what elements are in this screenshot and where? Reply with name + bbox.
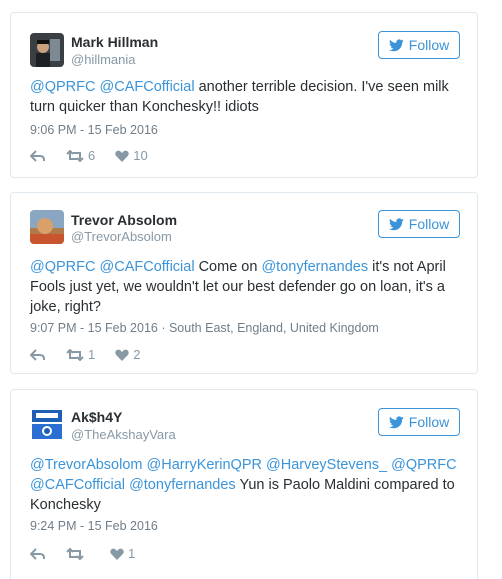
mention-link[interactable]: @tonyfernandes	[261, 259, 368, 275]
mention-link[interactable]: @QPRFC	[391, 457, 456, 473]
tweet-location[interactable]: · South East, England, United Kingdom	[158, 321, 379, 335]
tweet-text-segment: Yun is Paolo Maldini compared to	[235, 477, 455, 493]
reply-icon	[30, 547, 45, 560]
tweet-text: @TrevorAbsolom @HarryKerinQPR @HarveySte…	[30, 455, 461, 515]
tweet-text-segment: Come on	[194, 259, 262, 275]
tweet-card: Ak$h4Y @TheAkshayVara Follow @TrevorAbso…	[10, 389, 478, 579]
like-button[interactable]: 10	[115, 148, 148, 163]
like-count: 10	[133, 148, 148, 163]
tweet-timestamp[interactable]: 9:07 PM - 15 Feb 2016 · South East, Engl…	[30, 321, 379, 335]
tweet-actions: 6 10	[30, 148, 162, 163]
twitter-bird-icon	[388, 415, 404, 428]
avatar[interactable]	[30, 210, 64, 244]
twitter-bird-icon	[388, 38, 404, 51]
mention-link[interactable]: @HarryKerinQPR	[147, 457, 262, 473]
heart-icon	[115, 150, 129, 162]
mention-link[interactable]: @QPRFC	[30, 259, 95, 275]
reply-button[interactable]	[30, 348, 46, 361]
heart-icon	[115, 349, 129, 361]
tweet-timestamp[interactable]: 9:24 PM - 15 Feb 2016	[30, 519, 158, 533]
user-name[interactable]: Trevor Absolom	[71, 212, 177, 228]
retweet-button[interactable]	[66, 547, 88, 560]
mention-link[interactable]: @tonyfernandes	[129, 477, 236, 493]
follow-button[interactable]: Follow	[378, 408, 460, 436]
reply-icon	[30, 149, 45, 162]
mention-link[interactable]: @CAFCofficial	[30, 477, 125, 493]
user-handle[interactable]: @hillmania	[71, 52, 136, 67]
follow-label: Follow	[408, 216, 450, 232]
tweet-text-segment: it's not April	[368, 259, 446, 275]
follow-button[interactable]: Follow	[378, 31, 460, 59]
tweet-text: @QPRFC @CAFCofficial Come on @tonyfernan…	[30, 257, 461, 317]
tweet-text-segment: Konchesky	[30, 497, 101, 513]
user-handle[interactable]: @TrevorAbsolom	[71, 229, 172, 244]
avatar[interactable]	[30, 33, 64, 67]
tweet-card: Mark Hillman @hillmania Follow @QPRFC @C…	[10, 12, 478, 178]
timestamp-text[interactable]: 9:07 PM - 15 Feb 2016	[30, 321, 158, 335]
tweet-timestamp[interactable]: 9:06 PM - 15 Feb 2016	[30, 123, 158, 137]
mention-link[interactable]: @CAFCofficial	[100, 79, 195, 95]
retweet-button[interactable]: 6	[66, 148, 95, 163]
like-count: 1	[128, 546, 136, 561]
tweet-text: @QPRFC @CAFCofficial another terrible de…	[30, 77, 461, 117]
mention-link[interactable]: @QPRFC	[30, 79, 95, 95]
user-name[interactable]: Mark Hillman	[71, 34, 158, 50]
follow-button[interactable]: Follow	[378, 210, 460, 238]
timestamp-text[interactable]: 9:24 PM - 15 Feb 2016	[30, 519, 158, 533]
tweet-text-segment: turn quicker than Konchesky!! idiots	[30, 99, 259, 115]
mention-link[interactable]: @TrevorAbsolom	[30, 457, 143, 473]
tweet-text-segment: another terrible decision. I've seen mil…	[194, 79, 449, 95]
tweet-actions: 1	[30, 546, 149, 561]
user-handle[interactable]: @TheAkshayVara	[71, 427, 176, 442]
reply-button[interactable]	[30, 149, 46, 162]
retweet-count: 6	[88, 148, 96, 163]
timestamp-text[interactable]: 9:06 PM - 15 Feb 2016	[30, 123, 158, 137]
heart-icon	[110, 548, 124, 560]
tweet-text-segment: joke, right?	[30, 299, 101, 315]
retweet-icon	[66, 348, 84, 361]
mention-link[interactable]: @CAFCofficial	[100, 259, 195, 275]
like-button[interactable]: 2	[115, 347, 140, 362]
retweet-icon	[66, 149, 84, 162]
user-name[interactable]: Ak$h4Y	[71, 409, 122, 425]
mention-link[interactable]: @HarveyStevens_	[266, 457, 387, 473]
tweet-text-segment: Fools just yet, we wouldn't let our best…	[30, 279, 445, 295]
reply-button[interactable]	[30, 547, 46, 560]
follow-label: Follow	[408, 37, 450, 53]
like-button[interactable]: 1	[110, 546, 135, 561]
follow-label: Follow	[408, 414, 450, 430]
avatar[interactable]	[30, 407, 64, 441]
tweet-actions: 1 2	[30, 347, 154, 362]
twitter-bird-icon	[388, 217, 404, 230]
retweet-button[interactable]: 1	[66, 347, 95, 362]
tweet-card: Trevor Absolom @TrevorAbsolom Follow @QP…	[10, 192, 478, 374]
retweet-count: 1	[88, 347, 96, 362]
reply-icon	[30, 348, 45, 361]
like-count: 2	[133, 347, 141, 362]
retweet-icon	[66, 547, 84, 560]
